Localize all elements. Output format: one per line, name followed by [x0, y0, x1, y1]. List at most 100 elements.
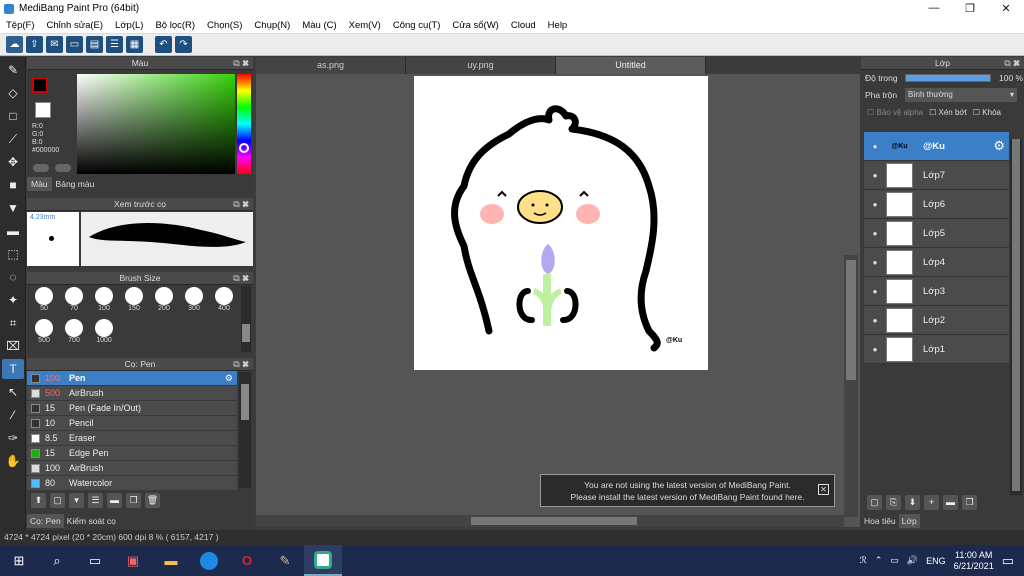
- tab-color[interactable]: Màu: [27, 177, 52, 191]
- duplicate-layer-icon[interactable]: ❐: [962, 494, 977, 510]
- brush-tool-icon[interactable]: ✎: [2, 60, 24, 80]
- brush-size-cell[interactable]: 150: [119, 286, 149, 318]
- visibility-eye-icon[interactable]: ●: [864, 171, 886, 180]
- brush-size-cell[interactable]: 200: [149, 286, 179, 318]
- layer-row[interactable]: ● Lớp6: [864, 190, 1009, 219]
- menu-color[interactable]: Màu (C): [296, 20, 342, 31]
- move-tool-icon[interactable]: ✥: [2, 152, 24, 172]
- text-tool-icon[interactable]: T: [2, 359, 24, 379]
- search-icon[interactable]: ⌕: [38, 545, 76, 576]
- brush-item[interactable]: 100 AirBrush: [27, 461, 237, 476]
- lasso-tool-icon[interactable]: ◌: [2, 267, 24, 287]
- visibility-eye-icon[interactable]: ●: [864, 287, 886, 296]
- tab-as-png[interactable]: as.png: [256, 57, 406, 74]
- tab-layer[interactable]: Lớp: [898, 514, 920, 528]
- hand-tool-icon[interactable]: ✋: [2, 451, 24, 471]
- blend-select[interactable]: Bình thường ▾: [905, 88, 1017, 102]
- layer-row[interactable]: ● Lớp1: [864, 335, 1009, 364]
- menu-select[interactable]: Chọn(S): [201, 20, 248, 31]
- magic-wand-tool-icon[interactable]: ✦: [2, 290, 24, 310]
- brush-item[interactable]: 15 Edge Pen: [27, 446, 237, 461]
- layer-down-icon[interactable]: ⬇: [905, 494, 920, 510]
- tab-brush-control[interactable]: Kiểm soát cọ: [64, 514, 119, 528]
- tab-uy-png[interactable]: uy.png: [406, 57, 556, 74]
- windows-start-icon[interactable]: ⊞: [0, 545, 38, 576]
- visibility-eye-icon[interactable]: ●: [864, 258, 886, 267]
- brush-item[interactable]: 100 Pen ⚙: [27, 371, 237, 386]
- select-rect-tool-icon[interactable]: ⬚: [2, 244, 24, 264]
- clip-checkbox[interactable]: ☐ Xén bớt: [929, 108, 967, 117]
- tab-palette[interactable]: Bảng màu: [52, 177, 99, 191]
- layer-row[interactable]: ● Lớp4: [864, 248, 1009, 277]
- alpha-protect-checkbox[interactable]: ☐ Bảo vệ alpha: [867, 108, 923, 117]
- menu-edit[interactable]: Chỉnh sửa(E): [41, 20, 110, 31]
- redo-icon[interactable]: ↷: [175, 36, 192, 53]
- select-eraser-tool-icon[interactable]: ⌧: [2, 336, 24, 356]
- menu-filter[interactable]: Bộ lọc(R): [149, 20, 201, 31]
- brush-settings-icon[interactable]: ⚙: [225, 373, 233, 384]
- volume-icon[interactable]: 🔊: [907, 555, 918, 566]
- list-icon[interactable]: ☰: [106, 36, 123, 53]
- brush-item[interactable]: 8.5 Eraser: [27, 431, 237, 446]
- tab-navigator[interactable]: Hoa tiêu: [861, 514, 899, 528]
- grid-icon[interactable]: ▦: [126, 36, 143, 53]
- panel-close-icon[interactable]: ⧉ ✖: [233, 198, 249, 211]
- brush-size-cell[interactable]: 700: [59, 318, 89, 350]
- trash-icon[interactable]: 🗑: [145, 492, 160, 508]
- task-view-icon[interactable]: ▭: [76, 545, 114, 576]
- layer-row[interactable]: ● Lớp7: [864, 161, 1009, 190]
- tab-untitled[interactable]: Untitled: [556, 57, 706, 74]
- brush-item[interactable]: 15 Pen (Fade In/Out): [27, 401, 237, 416]
- menu-cloud[interactable]: Cloud: [505, 20, 542, 31]
- brush-size-cell[interactable]: 1000: [89, 318, 119, 350]
- panel-close-icon[interactable]: ⧉ ✖: [233, 57, 249, 70]
- copy-layer-icon[interactable]: ⎘: [886, 494, 901, 510]
- brush-item[interactable]: 500 AirBrush: [27, 386, 237, 401]
- bucket-tool-icon[interactable]: ▼: [2, 198, 24, 218]
- undo-icon[interactable]: ↶: [155, 36, 172, 53]
- new-brush-icon[interactable]: ▢: [50, 492, 65, 508]
- folder-icon[interactable]: ▬: [107, 492, 122, 508]
- eraser-tool-icon[interactable]: ◇: [2, 83, 24, 103]
- document-icon[interactable]: ▤: [86, 36, 103, 53]
- brush-size-cell[interactable]: 400: [209, 286, 239, 318]
- brush-size-cell[interactable]: 70: [59, 286, 89, 318]
- paint-palette-icon[interactable]: ✎: [266, 545, 304, 576]
- opera-icon[interactable]: O: [228, 545, 266, 576]
- visibility-eye-icon[interactable]: ●: [864, 142, 886, 151]
- brush-size-cell[interactable]: 300: [179, 286, 209, 318]
- brush-item[interactable]: 10 Pencil: [27, 416, 237, 431]
- hue-handle[interactable]: [239, 143, 249, 153]
- menu-file[interactable]: Tệp(F): [0, 20, 41, 31]
- new-layer-icon[interactable]: ▢: [867, 494, 882, 510]
- menu-tools[interactable]: Công cụ(T): [387, 20, 447, 31]
- background-color-swatch[interactable]: [35, 102, 51, 118]
- line-tool-icon[interactable]: ⟋: [2, 129, 24, 149]
- layer-row[interactable]: ● Lớp3: [864, 277, 1009, 306]
- update-notice[interactable]: You are not using the latest version of …: [540, 474, 835, 507]
- color-mode-icon[interactable]: [33, 164, 49, 172]
- brush-item[interactable]: 80 Watercolor: [27, 476, 237, 491]
- dropper-tool-icon[interactable]: ⁄: [2, 405, 24, 425]
- cloud-icon[interactable]: ☁: [6, 36, 23, 53]
- tray-chevron-icon[interactable]: ⌃: [875, 555, 883, 566]
- visibility-eye-icon[interactable]: ●: [864, 316, 886, 325]
- tab-brush[interactable]: Cọ: Pen: [27, 514, 64, 528]
- network-icon[interactable]: ▭: [890, 555, 899, 566]
- zalo-icon[interactable]: [190, 545, 228, 576]
- upload-icon[interactable]: ⇪: [26, 36, 43, 53]
- visibility-eye-icon[interactable]: ●: [864, 345, 886, 354]
- panel-close-icon[interactable]: ⧉ ✖: [233, 272, 249, 285]
- visibility-eye-icon[interactable]: ●: [864, 229, 886, 238]
- app-store-icon[interactable]: ▣: [114, 545, 152, 576]
- add-brush-icon[interactable]: ⬆: [31, 492, 46, 508]
- eyedropper-tool-icon[interactable]: ✑: [2, 428, 24, 448]
- hue-slider[interactable]: [237, 74, 251, 174]
- scrollbar[interactable]: [239, 372, 251, 488]
- foreground-color-swatch[interactable]: [32, 77, 48, 93]
- file-explorer-icon[interactable]: ▬: [152, 545, 190, 576]
- brush-size-cell[interactable]: 100: [89, 286, 119, 318]
- menu-help[interactable]: Help: [542, 20, 574, 31]
- select-pen-tool-icon[interactable]: ⌗: [2, 313, 24, 333]
- fill-rect-tool-icon[interactable]: ■: [2, 175, 24, 195]
